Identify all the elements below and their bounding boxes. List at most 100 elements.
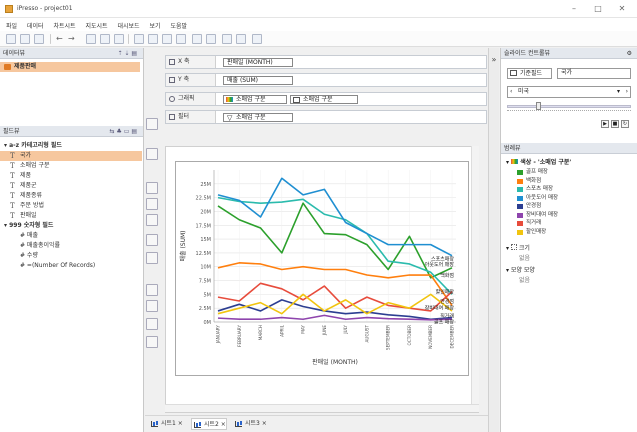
chart-type-icon[interactable] <box>146 118 158 130</box>
country-dropdown[interactable]: ‹ 미국 ▾ › <box>507 86 631 98</box>
open-icon[interactable] <box>20 34 30 44</box>
field-item[interactable]: # 수량 <box>0 251 142 261</box>
bar-chart-icon[interactable] <box>192 34 202 44</box>
loop-icon[interactable]: ↻ <box>621 120 629 128</box>
grid-icon[interactable] <box>146 198 158 210</box>
table-icon[interactable] <box>100 34 110 44</box>
info-icon[interactable] <box>146 252 158 264</box>
menu-mapsheet[interactable]: 지도시트 <box>81 18 111 30</box>
x-axis-pill[interactable]: 판매일 (MONTH) <box>223 58 293 67</box>
filter-shelf[interactable]: 필터 ▽ 소매업 구분 <box>165 110 487 124</box>
sheet-icon[interactable] <box>114 34 124 44</box>
menu-view[interactable]: 보기 <box>146 18 165 30</box>
prev-icon[interactable]: ‹ <box>510 87 512 97</box>
stop-icon[interactable]: ■ <box>611 120 619 128</box>
field-item[interactable]: T 판매일 <box>0 211 142 221</box>
chart-add-icon[interactable] <box>86 34 96 44</box>
close-button[interactable]: ✕ <box>613 3 631 15</box>
columns-icon <box>169 59 175 65</box>
series-end-label: 백화점 <box>440 272 454 279</box>
datasource-item[interactable]: 제품판매 <box>0 62 140 72</box>
sheet-settings-icon[interactable] <box>146 148 158 160</box>
field-group-0[interactable]: ▾ a-z 카테고리형 필드 <box>0 141 142 151</box>
play-icon[interactable]: ▶ <box>601 120 609 128</box>
field-item[interactable]: T 국가 <box>0 151 142 161</box>
datasource-panel-title: 데이터뷰 <box>3 50 26 57</box>
datasource-tools-icon[interactable]: ⇡ ⇣ ▤ <box>117 48 137 59</box>
legend-swatch <box>517 204 523 209</box>
legend-label: 백화점 <box>526 177 542 184</box>
horizontal-scrollbar[interactable] <box>165 404 479 412</box>
menu-chartsheet[interactable]: 차트시트 <box>49 18 79 30</box>
field-item[interactable]: # 매출 <box>0 231 142 241</box>
x-tick-label: JANUARY <box>216 325 221 345</box>
redo-icon[interactable]: → <box>68 34 78 44</box>
slider-track[interactable] <box>507 105 631 108</box>
tab-sheet3[interactable]: 시트3 × <box>233 418 267 430</box>
paste-icon[interactable] <box>146 336 158 348</box>
document-icon[interactable] <box>146 318 158 330</box>
list-icon[interactable] <box>146 234 158 246</box>
comment-icon[interactable] <box>146 300 158 312</box>
legend-swatch <box>517 221 523 226</box>
menu-help[interactable]: 도움말 <box>166 18 191 30</box>
menu-file[interactable]: 파일 <box>0 18 21 30</box>
field-item[interactable]: # =(Number Of Records) <box>0 261 142 271</box>
field-item[interactable]: T 제품종류 <box>0 191 142 201</box>
filter-pill[interactable]: ▽ 소매업 구분 <box>223 113 293 122</box>
minimize-button[interactable]: – <box>565 3 583 15</box>
field-item[interactable]: T 소매업 구분 <box>0 161 142 171</box>
y-axis-shelf[interactable]: Y 축 매출 (SUM) <box>165 73 487 87</box>
tab-sheet2[interactable]: 시트2 × <box>191 418 227 430</box>
brush-icon[interactable] <box>146 182 158 194</box>
field-item-label: # 매출총이익률 <box>20 242 61 249</box>
export-icon[interactable] <box>236 34 246 44</box>
annotation-icon[interactable] <box>146 284 158 296</box>
legend-item[interactable]: 할인매장 <box>517 228 546 237</box>
field-item[interactable]: T 주문 방법 <box>0 201 142 211</box>
field-item[interactable]: T 제품군 <box>0 181 142 191</box>
series-end-label: 장비대여 매장 <box>425 305 455 312</box>
color-pill[interactable]: 소매업 구분 <box>223 95 287 104</box>
settings-icon[interactable]: ⚙ <box>627 48 632 59</box>
collapse-right-panel-button[interactable]: » <box>488 48 499 432</box>
text-type-icon: T <box>10 152 15 160</box>
y-tick-label: 25M <box>200 182 211 188</box>
fields-tools-icon[interactable]: ⇆ ♣ ▭ ▤ <box>110 126 137 137</box>
save-icon[interactable] <box>34 34 44 44</box>
format-icon[interactable] <box>146 214 158 226</box>
base-field-label: 기준필드 <box>507 68 552 79</box>
split-icon[interactable] <box>162 34 172 44</box>
graphic-shelf[interactable]: 그래픽 소매업 구분 소매업 구분 <box>165 92 487 106</box>
grid-icon[interactable] <box>148 34 158 44</box>
maximize-button[interactable]: □ <box>589 3 607 15</box>
new-icon[interactable] <box>6 34 16 44</box>
align-icon[interactable] <box>176 34 186 44</box>
y-axis-title: 매출 (SUM) <box>179 230 187 261</box>
x-axis-shelf[interactable]: X 축 판매일 (MONTH) <box>165 55 487 69</box>
shelves-area: X 축 판매일 (MONTH) Y 축 매출 (SUM) 그래픽 소매업 구분 … <box>160 48 487 128</box>
layout-icon[interactable] <box>134 34 144 44</box>
datasource-panel-header: 데이터뷰 ⇡ ⇣ ▤ <box>0 48 143 59</box>
monitor-icon[interactable] <box>252 34 262 44</box>
tab-sheet1[interactable]: 시트1 × <box>149 418 183 430</box>
field-item-label: # 매출 <box>20 232 38 239</box>
y-tick-label: 17.5M <box>196 223 211 229</box>
field-group-1[interactable]: ▾ 999 숫자형 필드 <box>0 221 142 231</box>
y-axis-pill[interactable]: 매출 (SUM) <box>223 76 293 85</box>
base-field-input[interactable]: 국가 <box>557 68 631 79</box>
detail-pill[interactable]: 소매업 구분 <box>290 95 358 104</box>
dashboard-icon[interactable] <box>222 34 232 44</box>
vertical-scrollbar[interactable] <box>471 146 479 404</box>
graphic-shelf-label: 그래픽 <box>166 93 216 105</box>
menu-data[interactable]: 데이터 <box>23 18 48 30</box>
menu-bar: 파일 데이터 차트시트 지도시트 대시보드 보기 도움말 <box>0 18 637 31</box>
field-item[interactable]: T 제품 <box>0 171 142 181</box>
field-item[interactable]: # 매출총이익률 <box>0 241 142 251</box>
line-chart-icon[interactable] <box>206 34 216 44</box>
y-tick-label: 2.5M <box>199 306 211 312</box>
undo-icon[interactable]: ← <box>56 34 66 44</box>
next-icon[interactable]: › <box>626 87 628 97</box>
menu-dashboard[interactable]: 대시보드 <box>113 18 143 30</box>
slider-handle[interactable] <box>536 102 541 110</box>
